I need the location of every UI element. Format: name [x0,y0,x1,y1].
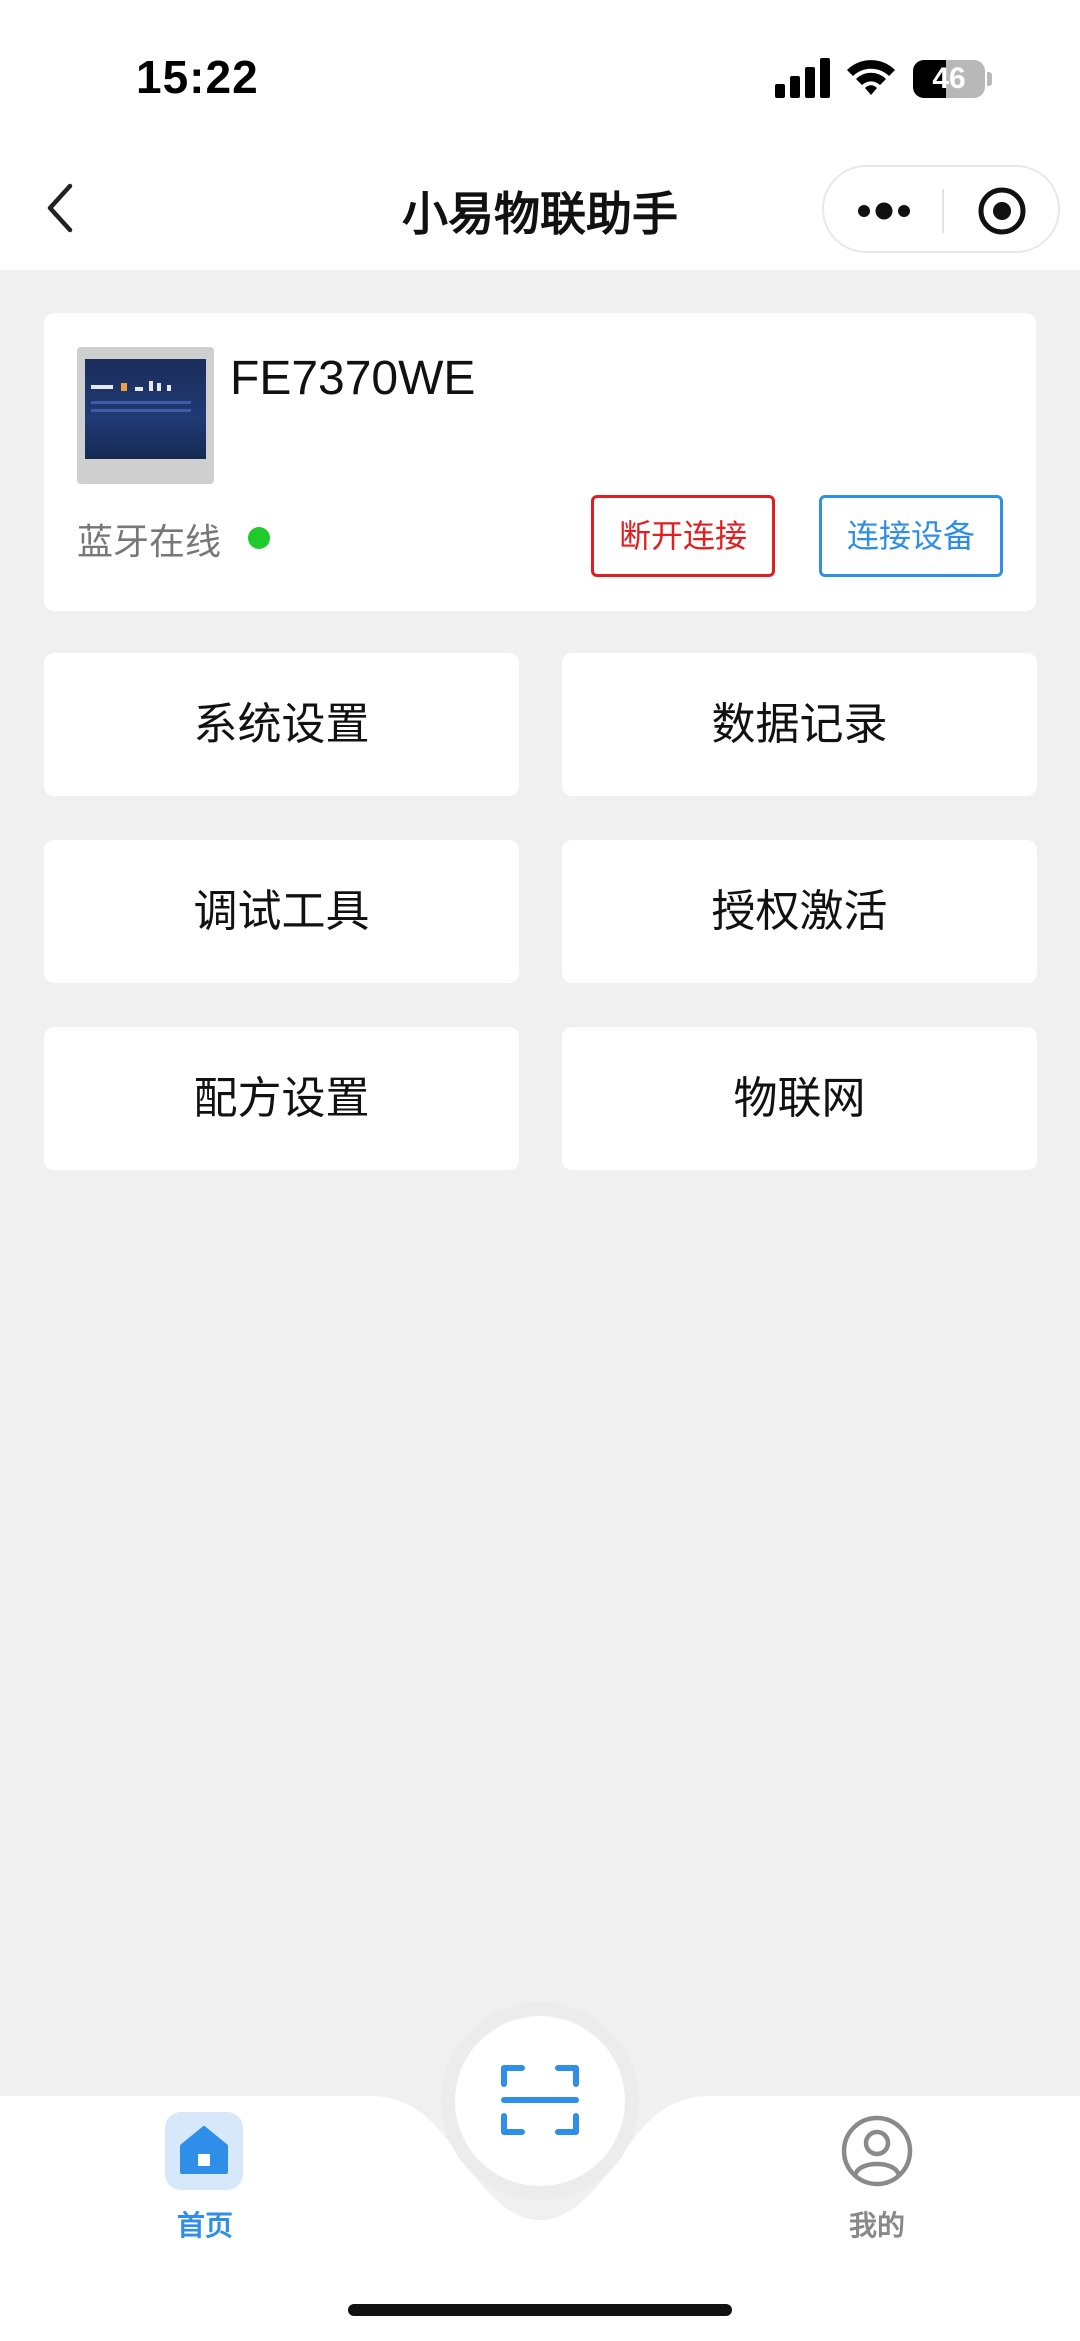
online-status-dot [248,527,270,549]
header-area: 15:22 46 小易物联助手 [0,0,1080,270]
battery-tip [987,72,992,86]
tab-home[interactable]: 首页 [150,2100,260,2250]
capsule-divider [942,189,944,233]
device-card: FE7370WE 蓝牙在线 断开连接 连接设备 [44,313,1036,611]
menu-recipe-settings[interactable]: 配方设置 [44,1027,519,1170]
battery-percent: 46 [932,62,966,95]
device-name: FE7370WE [230,352,476,405]
signal-icon [775,58,831,98]
tab-mine[interactable]: 我的 [822,2100,932,2250]
bluetooth-status: 蓝牙在线 [77,522,222,563]
tab-mine-label: 我的 [848,2209,905,2242]
menu-license-activation[interactable]: 授权激活 [562,840,1037,983]
wifi-icon [847,60,895,95]
menu-system-settings[interactable]: 系统设置 [44,653,519,796]
scan-icon [501,2065,579,2135]
menu-iot[interactable]: 物联网 [562,1027,1037,1170]
home-indicator [348,2304,732,2316]
disconnect-button[interactable]: 断开连接 [591,495,775,577]
user-icon [841,2115,913,2187]
tab-home-label: 首页 [176,2209,233,2242]
scan-button[interactable] [455,2016,625,2186]
target-icon[interactable] [976,185,1028,237]
device-thumbnail [77,347,214,484]
menu-debug-tools[interactable]: 调试工具 [44,840,519,983]
home-icon [180,2126,228,2174]
battery-icon: 46 [913,60,985,98]
menu-data-records[interactable]: 数据记录 [562,653,1037,796]
status-time: 15:22 [136,51,259,103]
more-icon[interactable] [854,187,914,235]
mini-program-capsule [822,165,1060,253]
connect-device-button[interactable]: 连接设备 [819,495,1003,577]
